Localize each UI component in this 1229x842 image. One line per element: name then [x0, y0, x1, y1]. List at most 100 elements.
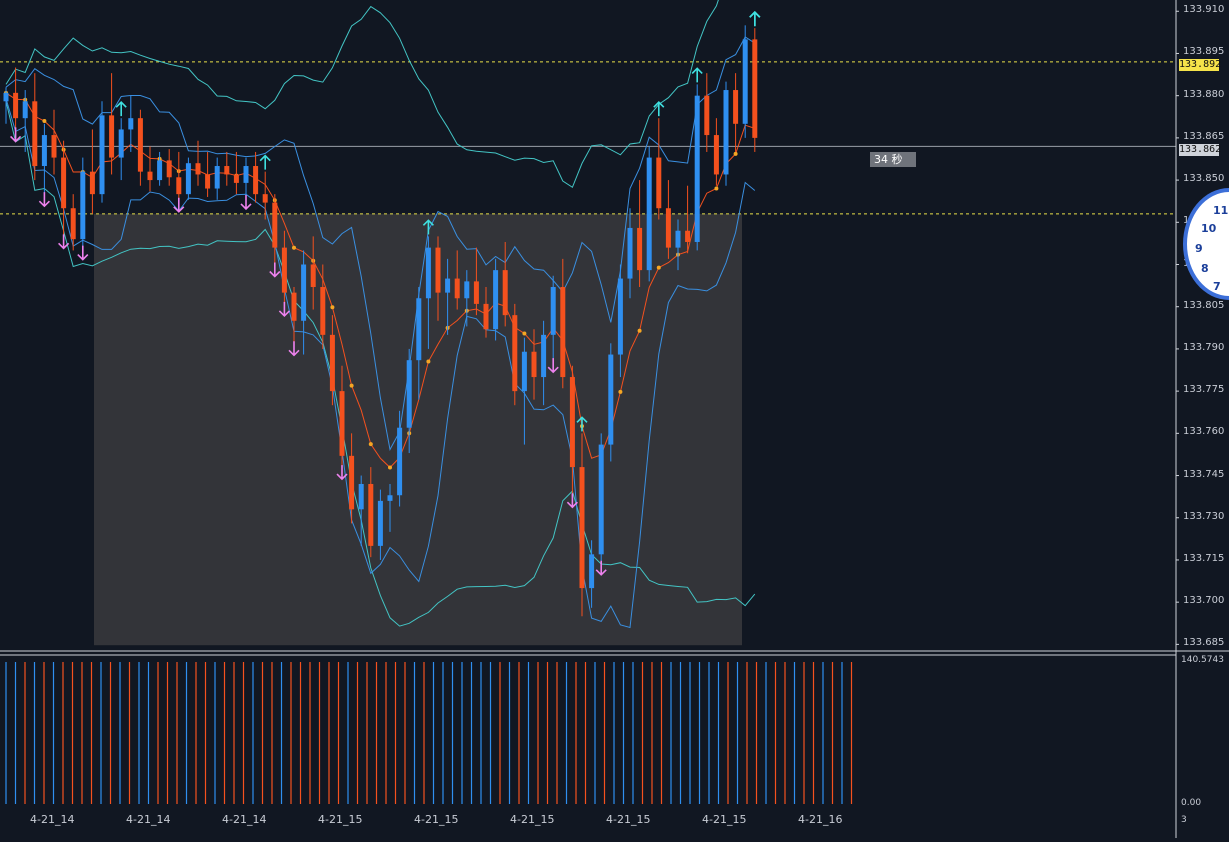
time-tick-label: 4-21_14	[126, 813, 171, 826]
price-tick-label: 133.895	[1183, 46, 1225, 58]
candle-down[interactable]	[665, 208, 671, 248]
candle-down[interactable]	[137, 118, 143, 172]
candle-up[interactable]	[387, 495, 393, 501]
candle-down[interactable]	[32, 101, 38, 167]
candle-up[interactable]	[157, 160, 163, 181]
candle-down[interactable]	[349, 455, 355, 510]
time-tick-label: 4-21_15	[702, 813, 747, 826]
ema-dot	[426, 359, 431, 364]
candle-down[interactable]	[166, 160, 172, 178]
ema-dot	[368, 442, 373, 447]
candle-down[interactable]	[205, 174, 211, 189]
time-tick-label: 4-21_15	[318, 813, 363, 826]
candle-up[interactable]	[425, 247, 431, 299]
candle-down[interactable]	[713, 135, 719, 175]
time-tick-label: 4-21_14	[222, 813, 267, 826]
candle-up[interactable]	[608, 354, 614, 445]
candle-up[interactable]	[406, 360, 412, 428]
candle-down[interactable]	[70, 208, 76, 240]
candle-down[interactable]	[435, 247, 441, 293]
candle-up[interactable]	[243, 166, 249, 183]
candle-down[interactable]	[733, 90, 739, 124]
candle-up[interactable]	[675, 230, 681, 248]
candle-down[interactable]	[502, 270, 508, 316]
candle-down[interactable]	[291, 292, 297, 321]
candle-down[interactable]	[473, 281, 479, 304]
candle-up[interactable]	[99, 115, 105, 195]
clock-num-11: 11	[1213, 204, 1229, 217]
candle-up[interactable]	[301, 264, 307, 321]
price-tick-label: 133.805	[1183, 299, 1225, 311]
candle-down[interactable]	[61, 157, 67, 209]
candle-down[interactable]	[224, 166, 230, 175]
candle-up[interactable]	[723, 90, 729, 175]
candle-down[interactable]	[569, 377, 575, 468]
candle-down[interactable]	[704, 95, 710, 136]
time-tick-label: 4-21_15	[510, 813, 555, 826]
candle-down[interactable]	[512, 315, 518, 392]
candle-down[interactable]	[109, 115, 115, 158]
chart-canvas[interactable]	[0, 0, 1229, 838]
candle-down[interactable]	[176, 177, 182, 195]
candle-down[interactable]	[368, 483, 374, 546]
candle-up[interactable]	[118, 129, 124, 158]
candle-down[interactable]	[89, 171, 95, 195]
candle-up[interactable]	[627, 227, 633, 279]
candle-up[interactable]	[214, 166, 220, 189]
clock-num-7: 7	[1213, 280, 1221, 293]
candle-up[interactable]	[464, 281, 470, 299]
candle-up[interactable]	[22, 101, 28, 119]
candle-down[interactable]	[272, 202, 278, 248]
candle-up[interactable]	[493, 270, 499, 330]
ema-dot	[349, 383, 354, 388]
candle-up[interactable]	[521, 351, 527, 392]
candle-up[interactable]	[541, 334, 547, 378]
candle-up[interactable]	[397, 427, 403, 496]
candle-up[interactable]	[742, 39, 748, 124]
candle-up[interactable]	[41, 135, 47, 167]
price-tick-label: 133.745	[1183, 468, 1225, 480]
ema-dot	[292, 245, 296, 250]
candle-up[interactable]	[377, 500, 383, 546]
candle-down[interactable]	[51, 135, 57, 158]
candle-down[interactable]	[685, 230, 691, 242]
price-tick-label: 133.790	[1183, 341, 1225, 353]
candle-down[interactable]	[483, 303, 489, 330]
candle-up[interactable]	[3, 92, 9, 102]
candle-down[interactable]	[320, 287, 326, 335]
candle-down[interactable]	[531, 351, 537, 378]
candle-down[interactable]	[253, 166, 259, 195]
candle-up[interactable]	[598, 444, 604, 555]
candle-down[interactable]	[233, 174, 239, 183]
candle-up[interactable]	[128, 118, 134, 130]
candle-up[interactable]	[185, 163, 191, 195]
candle-down[interactable]	[454, 278, 460, 299]
price-tick-label: 133.865	[1183, 130, 1225, 142]
candle-up[interactable]	[445, 278, 451, 293]
candle-down[interactable]	[329, 334, 335, 392]
candle-up[interactable]	[358, 483, 364, 510]
ema-dot	[330, 305, 335, 310]
candle-down[interactable]	[752, 39, 758, 138]
candle-down[interactable]	[560, 287, 566, 378]
price-tick-label: 133.715	[1183, 552, 1225, 564]
candle-up[interactable]	[646, 157, 652, 271]
candle-up[interactable]	[589, 554, 595, 589]
candle-down[interactable]	[147, 171, 153, 181]
candle-down[interactable]	[195, 163, 201, 175]
candle-up[interactable]	[550, 287, 556, 335]
candle-down[interactable]	[13, 92, 19, 119]
price-tick-label: 133.850	[1183, 173, 1225, 185]
candle-up[interactable]	[694, 95, 700, 242]
candle-up[interactable]	[416, 298, 422, 361]
candle-up[interactable]	[80, 171, 86, 240]
candle-down[interactable]	[310, 264, 316, 288]
candle-down[interactable]	[262, 194, 268, 203]
trading-chart[interactable]: 133.910 133.895 133.880 133.865 133.850 133.8…	[0, 0, 1229, 838]
candle-up[interactable]	[617, 278, 623, 355]
candle-down[interactable]	[339, 391, 345, 456]
candle-down[interactable]	[656, 157, 662, 209]
candle-down[interactable]	[637, 227, 643, 271]
candle-down[interactable]	[579, 467, 585, 589]
candle-down[interactable]	[281, 247, 287, 293]
